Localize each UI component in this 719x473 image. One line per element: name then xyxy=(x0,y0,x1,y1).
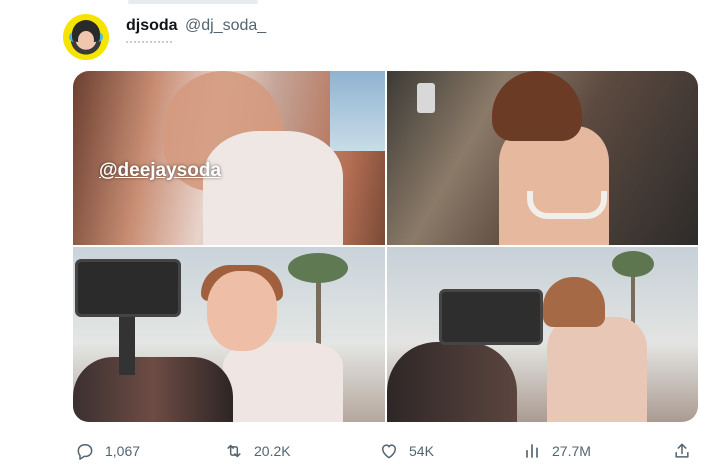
view-count: 27.7M xyxy=(552,443,591,459)
retweet-count: 20.2K xyxy=(254,443,291,459)
reply-count: 1,067 xyxy=(105,443,141,459)
views-button[interactable]: 27.7M xyxy=(522,438,591,464)
retweet-icon xyxy=(227,444,241,458)
photo-top xyxy=(203,131,343,245)
photo-palm-leaves xyxy=(612,251,654,277)
media-photo-2[interactable] xyxy=(387,71,698,245)
media-grid: @deejaysoda xyxy=(73,71,698,422)
photo-hair xyxy=(492,71,582,141)
photo-gimbal-phone xyxy=(75,259,181,317)
photo-body xyxy=(223,342,343,422)
photo-watermark: @deejaysoda xyxy=(99,160,222,181)
media-photo-4[interactable] xyxy=(387,247,698,422)
media-photo-1[interactable]: @deejaysoda xyxy=(73,71,385,245)
photo-body xyxy=(547,317,647,422)
share-icon xyxy=(675,443,689,458)
photo-palm-leaves xyxy=(288,253,348,283)
photo-back xyxy=(499,126,609,245)
like-button[interactable]: 54K xyxy=(379,438,434,464)
like-count: 54K xyxy=(409,443,434,459)
heart-icon xyxy=(382,444,396,459)
previous-tweet-edge xyxy=(128,0,258,4)
photo-crowd xyxy=(73,357,233,422)
share-button[interactable] xyxy=(672,438,692,464)
photo-sky xyxy=(330,71,385,151)
author-handle[interactable]: @dj_soda_ xyxy=(185,17,266,34)
photo-hair xyxy=(543,277,605,327)
photo-face xyxy=(207,271,277,351)
tweet-action-bar: 1,067 20.2K 54K 27.7M xyxy=(73,438,698,464)
avatar[interactable] xyxy=(63,14,109,60)
photo-strap xyxy=(527,191,607,219)
avatar-face xyxy=(78,31,94,49)
author-display-name[interactable]: djsoda xyxy=(126,17,178,34)
tweet-header: djsoda @dj_soda_ xyxy=(126,17,266,35)
analytics-icon xyxy=(526,444,538,458)
retweet-button[interactable]: 20.2K xyxy=(224,438,291,464)
reply-button[interactable]: 1,067 xyxy=(75,438,140,464)
photo-gimbal-phone xyxy=(439,289,543,345)
media-photo-3[interactable] xyxy=(73,247,385,422)
photo-crowd xyxy=(387,342,517,422)
photo-gimbal-handle xyxy=(119,315,135,375)
header-subtext-faint xyxy=(126,41,172,47)
reply-icon xyxy=(77,444,93,460)
photo-phone xyxy=(417,83,435,113)
